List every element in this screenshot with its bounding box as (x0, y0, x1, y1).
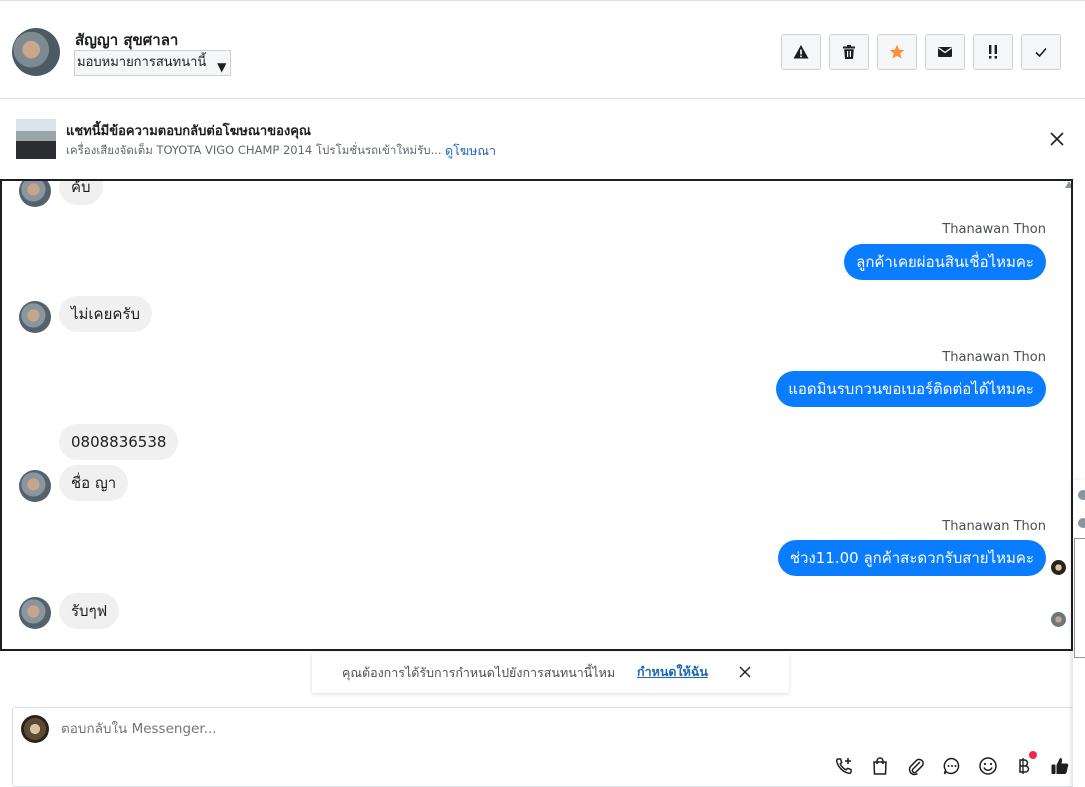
page-avatar (21, 715, 49, 743)
sender-avatar (19, 181, 51, 207)
envelope-icon (938, 47, 952, 57)
conversation-actions (781, 34, 1061, 70)
assign-to-me-link[interactable]: กำหนดให้ฉัน (637, 662, 708, 682)
ad-banner-description: เครื่องเสียงจัดเต็ม TOYOTA VIGO CHAMP 20… (66, 143, 442, 157)
close-icon (1050, 132, 1064, 146)
incoming-message: ชื่อ ญา (59, 465, 129, 501)
thumbs-up-icon (1051, 758, 1069, 774)
emoji-icon (979, 757, 997, 775)
follow-up-button[interactable] (973, 34, 1013, 70)
reply-composer (12, 707, 1085, 787)
outgoing-message: แอดมินรบกวนขอเบอร์ติดต่อได้ไหมคะ (776, 371, 1046, 407)
star-button[interactable] (877, 34, 917, 70)
sender-avatar (19, 301, 51, 333)
incoming-message: 0808836538 (59, 424, 179, 460)
mark-spam-button[interactable] (781, 34, 821, 70)
message-thread[interactable]: ค้บ Thanawan Thon ลูกค้าเคยผ่อนสินเชื่อไ… (0, 179, 1073, 651)
sender-name: Thanawan Thon (942, 222, 1046, 237)
page-seen-avatar (1051, 560, 1066, 575)
shopping-bag-icon (873, 757, 887, 775)
ad-thumbnail (16, 119, 56, 159)
warning-icon (793, 45, 809, 59)
attachment-icon (908, 758, 924, 776)
incoming-message: ไม่เคยครับ (59, 296, 152, 332)
close-icon (739, 666, 751, 678)
messenger-inbox-page: สัญญา สุขศาลา มอบหมายการสนทนานี้ ▼ แชทนี… (0, 0, 1085, 787)
reply-input[interactable] (61, 721, 761, 737)
read-receipt-avatar (1051, 612, 1066, 627)
like-button[interactable] (1049, 755, 1071, 777)
close-banner-button[interactable] (1047, 129, 1067, 149)
contact-avatar[interactable] (12, 28, 60, 76)
scroll-up-arrow-icon[interactable] (1065, 181, 1071, 188)
side-avatar (1078, 490, 1085, 500)
check-icon (1035, 47, 1047, 58)
mark-done-button[interactable] (1021, 34, 1061, 70)
side-panel-frame (1074, 538, 1085, 658)
saved-reply-icon (943, 757, 960, 775)
ad-reply-banner: แชทนี้มีข้อความตอบกลับต่อโฆษณาของคุณ เคร… (0, 99, 1085, 179)
side-panel-edge (1073, 480, 1085, 787)
baht-payment-icon (1019, 758, 1030, 774)
saved-reply-button[interactable] (941, 755, 963, 777)
call-button[interactable] (833, 755, 855, 777)
assign-suggestion-text: คุณต้องการได้รับการกำหนดไปยังการสนทนานี้… (342, 665, 616, 680)
incoming-message: รับๆฟ (59, 593, 120, 629)
sender-avatar (19, 470, 51, 502)
ad-banner-title: แชทนี้มีข้อความตอบกลับต่อโฆษณาของคุณ (66, 124, 311, 139)
outgoing-message: ช่วง11.00 ลูกค้าสะดวกรับสายไหมคะ (777, 540, 1046, 576)
emoji-button[interactable] (977, 755, 999, 777)
shop-button[interactable] (869, 755, 891, 777)
assign-suggestion-toast: คุณต้องการได้รับการกำหนดไปยังการสนทนานี้… (312, 652, 789, 693)
side-avatar (1078, 518, 1085, 528)
sender-name: Thanawan Thon (942, 519, 1046, 534)
attach-button[interactable] (905, 755, 927, 777)
assign-conversation-dropdown[interactable]: มอบหมายการสนทนานี้ ▼ (74, 50, 232, 76)
outgoing-message: ลูกค้าเคยผ่อนสินเชื่อไหมคะ (844, 244, 1046, 280)
mark-unread-button[interactable] (925, 34, 965, 70)
incoming-message: ค้บ (59, 181, 103, 205)
contact-name[interactable]: สัญญา สุขศาลา (75, 28, 178, 52)
star-icon (889, 44, 905, 59)
conversation-header: สัญญา สุขศาลา มอบหมายการสนทนานี้ ▼ (0, 0, 1085, 99)
notification-dot (1029, 751, 1037, 759)
caret-down-icon: ▼ (217, 60, 227, 74)
close-toast-button[interactable] (738, 664, 754, 680)
double-exclamation-icon (989, 45, 997, 59)
delete-button[interactable] (829, 34, 869, 70)
assign-label: มอบหมายการสนทนานี้ (77, 55, 207, 70)
composer-toolbar (833, 751, 1071, 777)
payment-button[interactable] (1013, 751, 1037, 777)
call-icon (835, 758, 852, 775)
sender-name: Thanawan Thon (942, 350, 1046, 365)
view-ad-link[interactable]: ดูโฆษณา (445, 141, 496, 161)
sender-avatar (19, 597, 51, 629)
trash-icon (843, 45, 855, 59)
